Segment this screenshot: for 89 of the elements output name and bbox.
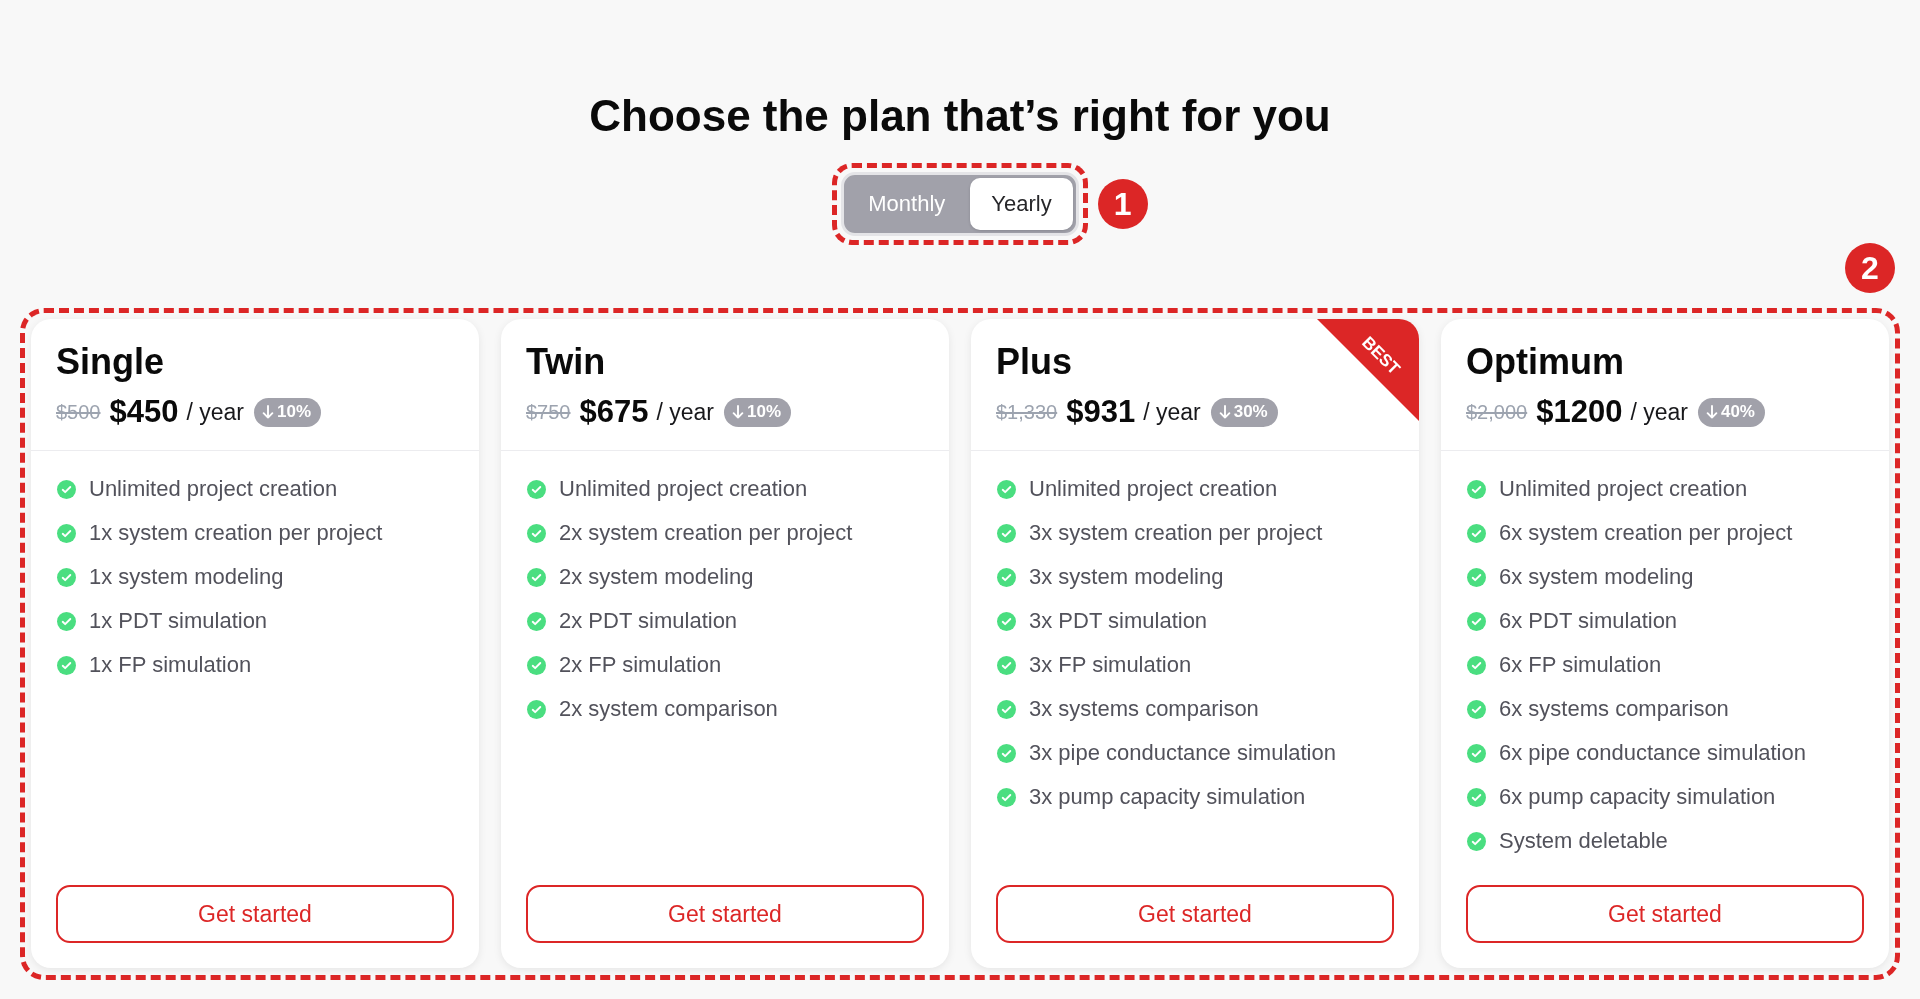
get-started-button[interactable]: Get started [1466, 885, 1864, 943]
check-circle-icon [997, 611, 1016, 631]
feature-text: 2x PDT simulation [559, 608, 738, 634]
check-circle-icon [57, 567, 76, 587]
plan-price: $450 [109, 394, 179, 430]
check-circle-icon [527, 523, 546, 543]
original-price: $1,330 [996, 400, 1058, 424]
original-price: $500 [56, 400, 101, 424]
feature-text: 3x pump capacity simulation [1029, 784, 1306, 810]
feature-text: 3x systems comparison [1029, 696, 1259, 722]
feature-text: 6x PDT simulation [1499, 608, 1678, 634]
page-title: Choose the plan that’s right for you [589, 90, 1331, 142]
down-arrow-icon [1218, 405, 1231, 419]
feature-text: Unlimited project creation [89, 476, 338, 502]
discount-text: 10% [747, 402, 782, 422]
check-circle-icon [527, 479, 546, 499]
feature-text: 6x system modeling [1499, 564, 1694, 590]
check-circle-icon [1467, 655, 1486, 675]
check-circle-icon [57, 611, 76, 631]
feature-text: 1x PDT simulation [89, 608, 268, 634]
down-arrow-icon [732, 405, 744, 419]
check-circle-icon [997, 787, 1016, 807]
feature-text: System deletable [1499, 828, 1668, 854]
feature-text: 3x pipe conductance simulation [1029, 740, 1336, 766]
feature-text: 1x system creation per project [89, 520, 383, 546]
plan-name: Plus [996, 340, 1073, 384]
get-started-button[interactable]: Get started [526, 885, 924, 943]
feature-text: 1x FP simulation [89, 652, 252, 678]
check-circle-icon [527, 611, 546, 631]
billing-period: / year [1143, 398, 1201, 426]
original-price: $2,000 [1466, 400, 1528, 424]
plan-price: $1200 [1536, 394, 1623, 430]
feature-text: 1x system modeling [89, 564, 284, 590]
plan-price: $931 [1066, 394, 1136, 430]
check-circle-icon [997, 479, 1016, 499]
feature-text: 6x systems comparison [1499, 696, 1729, 722]
check-circle-icon [997, 655, 1016, 675]
check-circle-icon [997, 743, 1016, 763]
feature-text: 2x FP simulation [559, 652, 722, 678]
check-circle-icon [527, 655, 546, 675]
billing-period: / year [186, 398, 244, 426]
plan-price: $675 [579, 394, 649, 430]
check-circle-icon [1467, 479, 1486, 499]
check-circle-icon [527, 567, 546, 587]
discount-text: 10% [277, 402, 312, 422]
feature-text: 6x FP simulation [1499, 652, 1662, 678]
check-circle-icon [997, 699, 1016, 719]
check-circle-icon [997, 523, 1016, 543]
check-circle-icon [1467, 523, 1486, 543]
check-circle-icon [997, 567, 1016, 587]
check-circle-icon [527, 699, 546, 719]
feature-text: 6x pipe conductance simulation [1499, 740, 1806, 766]
check-circle-icon [1467, 699, 1486, 719]
feature-text: 3x system modeling [1029, 564, 1224, 590]
check-circle-icon [1467, 567, 1486, 587]
plan-name: Single [56, 340, 165, 384]
down-arrow-icon [262, 405, 274, 419]
get-started-button[interactable]: Get started [56, 885, 454, 943]
discount-text: 40% [1720, 402, 1755, 422]
feature-text: Unlimited project creation [1029, 476, 1278, 502]
check-circle-icon [1467, 787, 1486, 807]
feature-text: 2x system creation per project [559, 520, 853, 546]
get-started-button[interactable]: Get started [996, 885, 1394, 943]
callout-marker: 1 [1097, 179, 1148, 229]
callout-marker: 2 [1845, 243, 1895, 293]
check-circle-icon [57, 523, 76, 543]
feature-text: 2x system modeling [559, 564, 754, 590]
feature-text: 3x FP simulation [1029, 652, 1192, 678]
feature-text: 6x pump capacity simulation [1499, 784, 1776, 810]
billing-period: / year [1630, 398, 1688, 426]
feature-text: Unlimited project creation [1499, 476, 1748, 502]
check-circle-icon [1467, 743, 1486, 763]
original-price: $750 [526, 400, 571, 424]
check-circle-icon [1467, 831, 1486, 851]
down-arrow-icon [1705, 405, 1718, 419]
billing-option[interactable]: Yearly [970, 178, 1073, 230]
feature-text: 2x system comparison [559, 696, 778, 722]
check-circle-icon [57, 655, 76, 675]
billing-option[interactable]: Monthly [847, 178, 967, 230]
feature-text: Unlimited project creation [559, 476, 808, 502]
feature-text: 6x system creation per project [1499, 520, 1793, 546]
billing-period: / year [656, 398, 714, 426]
feature-text: 3x PDT simulation [1029, 608, 1208, 634]
feature-text: 3x system creation per project [1029, 520, 1323, 546]
plan-name: Optimum [1466, 340, 1624, 384]
plan-name: Twin [526, 340, 606, 384]
check-circle-icon [1467, 611, 1486, 631]
discount-text: 30% [1233, 402, 1268, 422]
check-circle-icon [57, 479, 76, 499]
